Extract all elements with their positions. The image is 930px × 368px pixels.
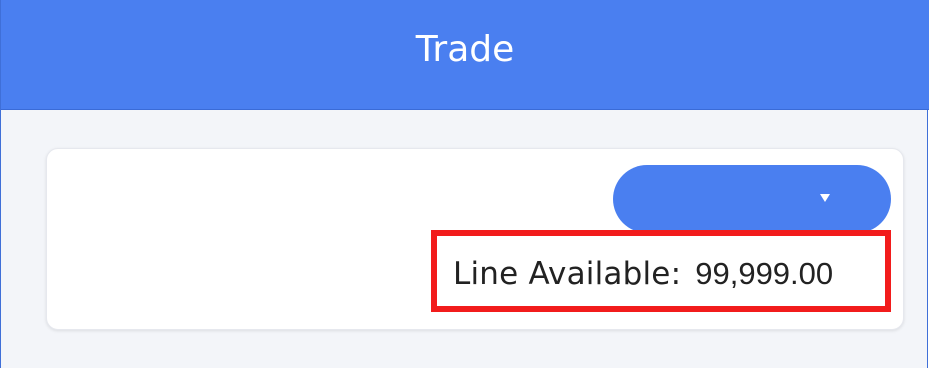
page-title: Trade bbox=[415, 29, 515, 70]
account-dropdown[interactable] bbox=[613, 165, 891, 233]
line-available-label: Line Available: bbox=[453, 256, 682, 292]
header-bar: Trade bbox=[1, 0, 929, 110]
caret-down-icon bbox=[820, 194, 830, 202]
line-available-row: Line Available: 99,999.00 bbox=[453, 256, 833, 300]
line-available-value: 99,999.00 bbox=[695, 256, 834, 291]
app-frame: Trade Line Available: 99,999.00 bbox=[0, 0, 929, 368]
